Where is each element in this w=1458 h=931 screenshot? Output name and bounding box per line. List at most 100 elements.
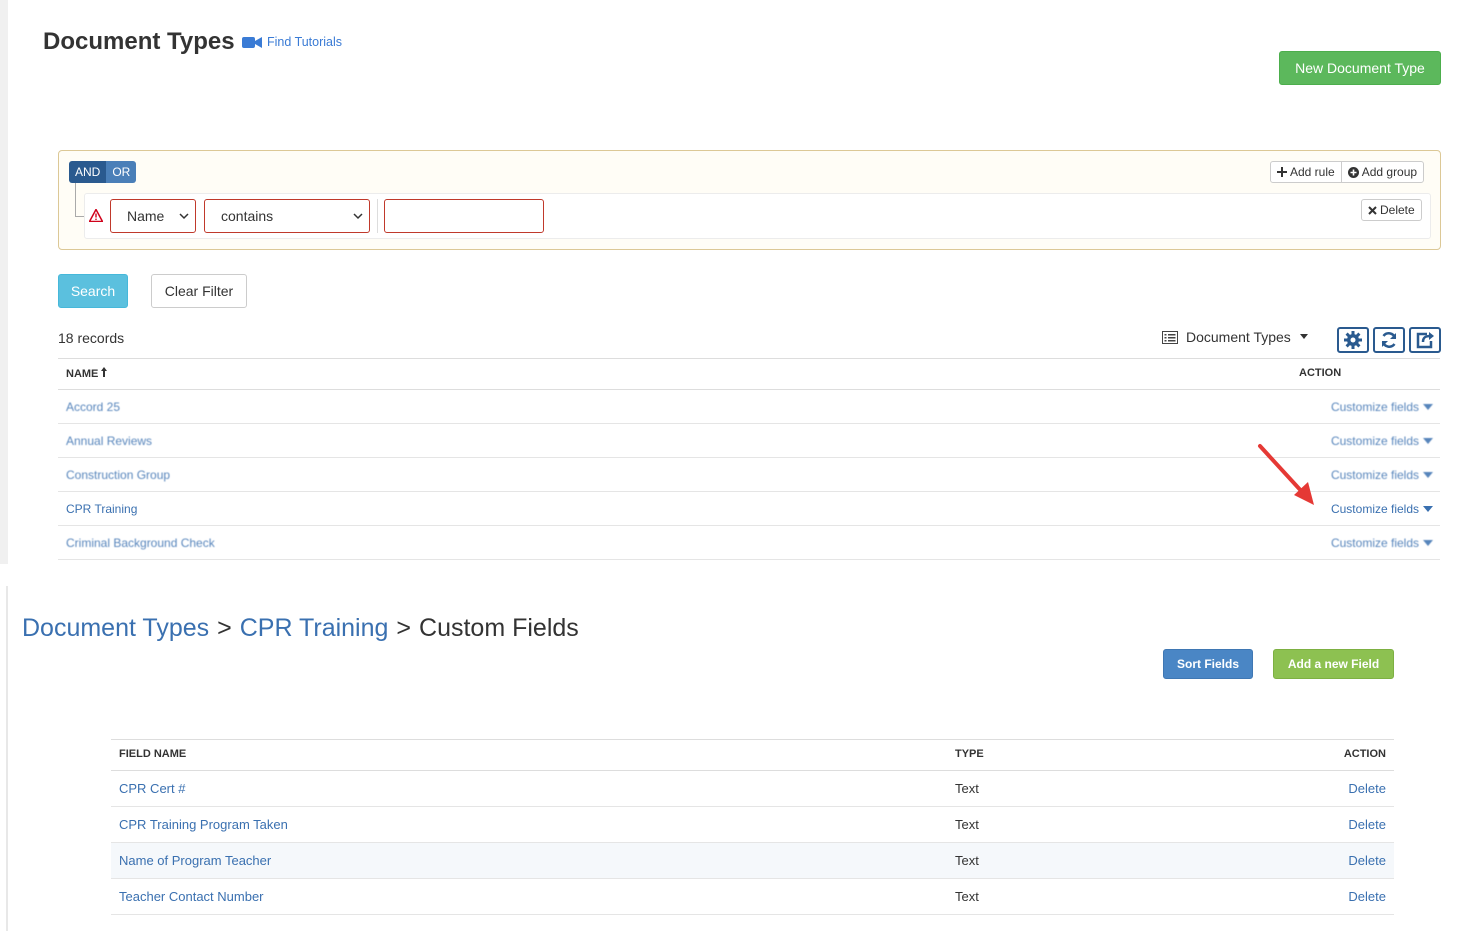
caret-down-icon <box>1423 540 1433 546</box>
delete-rule-label: Delete <box>1380 203 1415 217</box>
field-name-link[interactable]: CPR Cert # <box>119 781 185 796</box>
customize-fields-label: Customize fields <box>1330 468 1419 482</box>
rule-operator-select[interactable]: contains <box>204 199 370 233</box>
screenshot-left-rule <box>6 586 8 931</box>
warning-icon <box>89 209 103 222</box>
list-icon <box>1162 330 1178 344</box>
customize-fields-label: Customize fields <box>1330 536 1419 550</box>
table-row: Construction Group Customize fields <box>58 458 1440 492</box>
breadcrumb-separator: > <box>396 614 412 642</box>
document-types-table: NAME ACTION Accord 25 Customize fields A… <box>58 358 1440 560</box>
table-header: NAME ACTION <box>58 358 1440 390</box>
share-button[interactable] <box>1409 327 1441 353</box>
delete-field-link[interactable]: Delete <box>1348 853 1386 868</box>
table-row: CPR Training Program Taken Text Delete <box>111 807 1394 843</box>
add-new-field-button[interactable]: Add a new Field <box>1273 649 1394 679</box>
customize-fields-dropdown[interactable]: Customize fields <box>1331 434 1433 448</box>
field-type: Text <box>955 781 979 796</box>
table-row: Criminal Background Check Customize fiel… <box>58 526 1440 560</box>
settings-button[interactable] <box>1337 327 1369 353</box>
clear-filter-button[interactable]: Clear Filter <box>151 274 247 308</box>
breadcrumb-current-page: Custom Fields <box>419 614 579 642</box>
caret-down-icon <box>1423 404 1433 410</box>
add-group-button[interactable]: Add group <box>1340 162 1423 182</box>
breadcrumb-separator: > <box>217 614 232 642</box>
action-column-header: ACTION <box>1299 367 1342 379</box>
page-title: Document Types <box>43 28 235 55</box>
group-actions: Add rule Add group <box>1270 161 1425 183</box>
field-name-link[interactable]: Teacher Contact Number <box>119 889 264 904</box>
add-rule-button[interactable]: Add rule <box>1271 162 1341 182</box>
field-type: Text <box>955 817 979 832</box>
refresh-button[interactable] <box>1373 327 1405 353</box>
rule-operator-value: contains <box>221 208 274 224</box>
new-document-type-button[interactable]: New Document Type <box>1279 51 1441 85</box>
breadcrumb-document-types[interactable]: Document Types <box>22 614 209 643</box>
type-column-header: TYPE <box>955 748 984 760</box>
action-column-header: ACTION <box>1343 748 1386 760</box>
records-count: 18 records <box>58 330 125 346</box>
field-name-link[interactable]: Name of Program Teacher <box>119 853 271 868</box>
table-row: Name of Program Teacher Text Delete <box>111 843 1394 879</box>
rule-field-value: Name <box>127 208 165 224</box>
view-select-label: Document Types <box>1186 329 1291 345</box>
customize-fields-label: Customize fields <box>1330 502 1419 516</box>
search-button[interactable]: Search <box>58 274 128 308</box>
breadcrumb-cpr-training[interactable]: CPR Training <box>240 614 389 643</box>
custom-fields-table: FIELD NAME TYPE ACTION CPR Cert # Text D… <box>111 739 1394 915</box>
name-column-label: NAME <box>66 368 99 380</box>
rule-value-input[interactable] <box>384 199 544 233</box>
chevron-down-icon <box>353 213 363 220</box>
table-row: Annual Reviews Customize fields <box>58 424 1440 458</box>
caret-down-icon <box>1423 506 1433 512</box>
table-row: Teacher Contact Number Text Delete <box>111 879 1394 915</box>
caret-down-icon <box>1299 334 1308 339</box>
field-type: Text <box>955 889 979 904</box>
add-rule-label: Add rule <box>1290 165 1335 179</box>
rule-divider <box>377 199 378 233</box>
breadcrumb: Document Types > CPR Training > Custom F… <box>22 614 579 643</box>
delete-rule-button[interactable]: Delete <box>1361 199 1422 221</box>
find-tutorials-link[interactable]: Find Tutorials <box>242 35 342 49</box>
chevron-down-icon <box>179 213 189 220</box>
document-type-link[interactable]: Construction Group <box>66 468 170 482</box>
delete-field-link[interactable]: Delete <box>1348 781 1386 796</box>
caret-down-icon <box>1423 472 1433 478</box>
plus-icon <box>1277 167 1287 177</box>
times-icon <box>1368 205 1377 215</box>
delete-field-link[interactable]: Delete <box>1348 817 1386 832</box>
or-button[interactable]: OR <box>106 161 137 183</box>
table-row: CPR Cert # Text Delete <box>111 771 1394 807</box>
customize-fields-dropdown[interactable]: Customize fields <box>1331 468 1433 482</box>
document-type-link[interactable]: Annual Reviews <box>66 434 152 448</box>
caret-down-icon <box>1423 438 1433 444</box>
name-column-header[interactable]: NAME <box>66 367 108 380</box>
document-type-link[interactable]: Accord 25 <box>66 400 120 414</box>
and-button[interactable]: AND <box>69 161 107 183</box>
table-row: Accord 25 Customize fields <box>58 390 1440 424</box>
screenshot-left-margin <box>0 0 8 564</box>
field-name-link[interactable]: CPR Training Program Taken <box>119 817 288 832</box>
customize-fields-dropdown[interactable]: Customize fields <box>1331 536 1433 550</box>
rule-field-select[interactable]: Name <box>110 199 196 233</box>
annotation-arrow-icon <box>1258 444 1314 505</box>
customize-fields-dropdown[interactable]: Customize fields <box>1331 502 1433 516</box>
sort-fields-button[interactable]: Sort Fields <box>1163 649 1253 679</box>
delete-field-link[interactable]: Delete <box>1348 889 1386 904</box>
sort-asc-icon <box>101 367 108 377</box>
share-icon <box>1416 332 1434 349</box>
customize-fields-dropdown[interactable]: Customize fields <box>1331 400 1433 414</box>
screenshot-separator <box>0 564 1458 586</box>
add-group-label: Add group <box>1361 165 1418 179</box>
customize-fields-label: Customize fields <box>1330 434 1419 448</box>
customize-fields-label: Customize fields <box>1330 400 1419 414</box>
gear-icon <box>1344 331 1362 349</box>
find-tutorials-label: Find Tutorials <box>267 35 343 49</box>
document-type-link[interactable]: Criminal Background Check <box>66 536 215 550</box>
table-header: FIELD NAME TYPE ACTION <box>111 739 1394 771</box>
video-camera-icon <box>242 36 262 48</box>
view-select[interactable]: Document Types <box>1162 329 1309 345</box>
document-type-link[interactable]: CPR Training <box>66 502 137 516</box>
field-name-column-header: FIELD NAME <box>119 748 187 760</box>
table-row: CPR Training Customize fields <box>58 492 1440 526</box>
